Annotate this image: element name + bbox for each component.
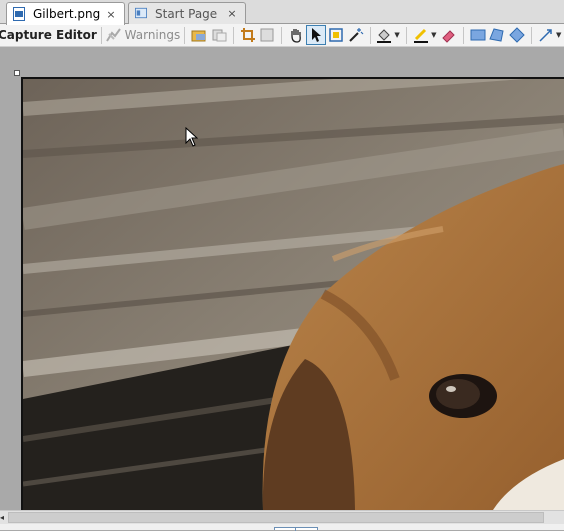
horizontal-scrollbar[interactable]: ◂ — [0, 510, 564, 524]
toolbar-separator — [462, 26, 464, 44]
close-icon[interactable]: × — [104, 8, 118, 21]
hand-pan-icon[interactable] — [286, 25, 306, 45]
scroll-thumb[interactable] — [8, 512, 544, 523]
fill-bucket-icon[interactable] — [375, 25, 395, 45]
eraser-icon[interactable] — [439, 25, 459, 45]
toolbar-separator — [531, 26, 533, 44]
warnings-button[interactable]: Warnings — [125, 28, 181, 42]
close-icon[interactable]: × — [225, 7, 239, 20]
selection-rectangle-icon[interactable] — [326, 25, 346, 45]
paste-icon[interactable] — [209, 25, 229, 45]
chevron-down-icon[interactable]: ▼ — [556, 31, 564, 39]
line-arrow-icon[interactable] — [536, 25, 556, 45]
image-frame — [21, 77, 564, 510]
resize-handle[interactable] — [14, 70, 20, 76]
start-page-icon — [135, 7, 147, 21]
highlighter-icon[interactable] — [411, 25, 431, 45]
ellipse-shape-icon[interactable] — [507, 25, 527, 45]
tab-label: Gilbert.png — [33, 7, 101, 21]
document-tab-bar: Gilbert.png × Start Page × — [0, 0, 564, 25]
rectangle-shape-icon[interactable] — [468, 25, 488, 45]
toolbar-separator — [100, 26, 102, 44]
tab-start-page[interactable]: Start Page × — [128, 2, 246, 24]
chevron-down-icon[interactable]: ▼ — [394, 31, 402, 39]
toolbar-separator — [281, 26, 283, 44]
toolbar-separator — [232, 26, 234, 44]
toolbar-separator — [369, 26, 371, 44]
capture-canvas[interactable] — [0, 47, 564, 510]
photo-image — [23, 79, 564, 510]
toolbar-separator — [184, 26, 186, 44]
magic-wand-icon[interactable] — [346, 25, 366, 45]
crop-icon[interactable] — [238, 25, 258, 45]
warnings-icon — [106, 25, 122, 45]
image-file-icon — [13, 7, 25, 21]
editor-toolbar: Capture Editor Warnings ▼ ▼ ▼ — [0, 24, 564, 47]
chevron-down-icon[interactable]: ▼ — [431, 31, 439, 39]
tab-label: Start Page — [155, 6, 218, 21]
select-pointer-icon[interactable] — [306, 25, 326, 45]
open-folder-icon[interactable] — [189, 25, 209, 45]
polygon-shape-icon[interactable] — [488, 25, 508, 45]
mouse-pointer-icon — [185, 126, 199, 151]
canvas-size-icon[interactable] — [258, 25, 278, 45]
status-bar — [0, 524, 564, 531]
toolbar-separator — [406, 26, 408, 44]
tab-gilbert-png[interactable]: Gilbert.png × — [6, 2, 125, 25]
capture-editor-label: Capture Editor — [0, 28, 97, 42]
